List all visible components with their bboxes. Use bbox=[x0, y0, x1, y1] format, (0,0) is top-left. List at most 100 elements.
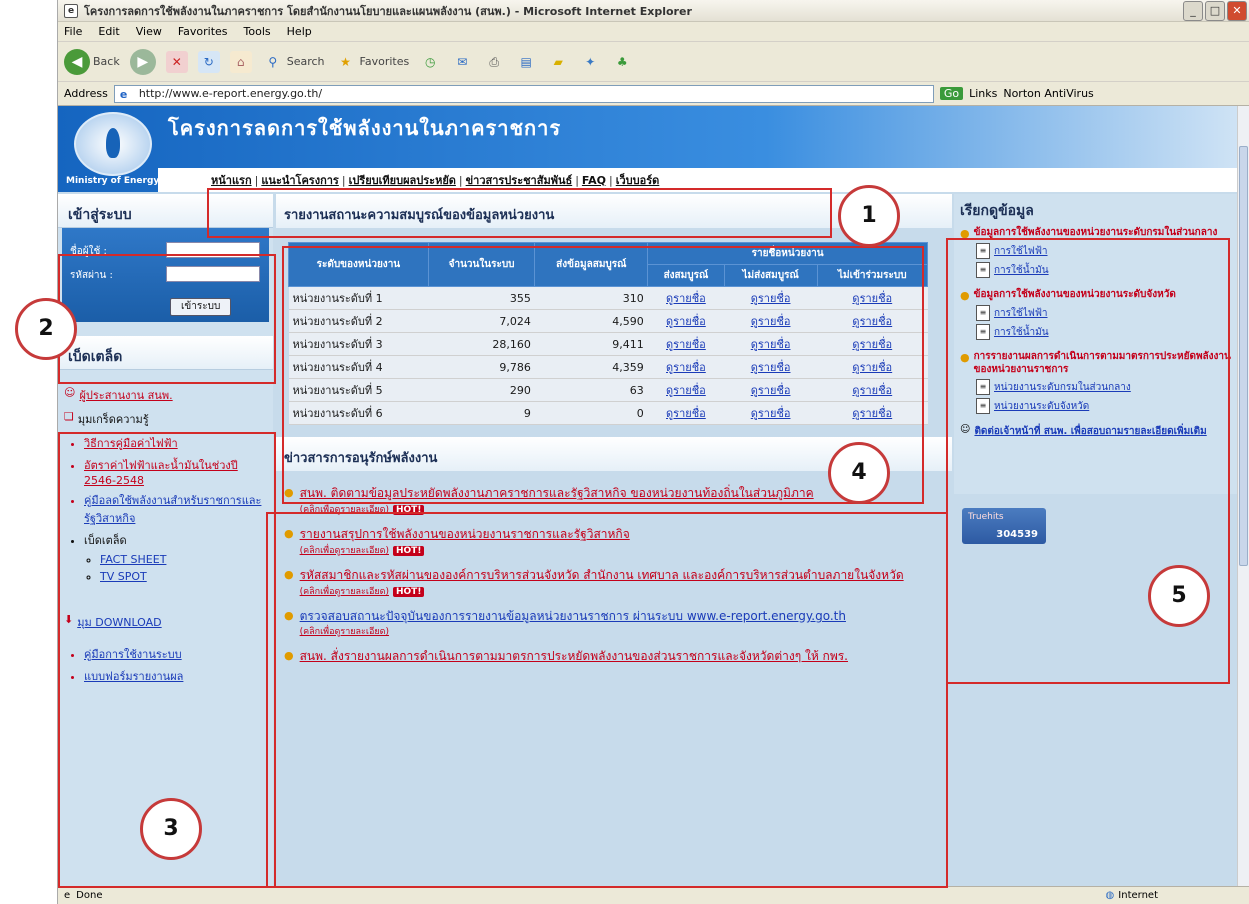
view-notjoined-link[interactable]: ดูรายชื่อ bbox=[852, 361, 892, 374]
stop-icon[interactable]: ✕ bbox=[165, 50, 188, 73]
sent-cell: 310 bbox=[534, 286, 648, 310]
coordinator-link[interactable]: ผู้ประสานงาน สนพ. bbox=[79, 386, 172, 404]
back-button[interactable]: ◀ Back bbox=[64, 48, 120, 75]
view-complete-link[interactable]: ดูรายชื่อ bbox=[666, 407, 706, 420]
news-link-1[interactable]: สนพ. ติดตามข้อมูลประหยัดพลังงานภาคราชการ… bbox=[300, 486, 814, 500]
view-incomplete-link[interactable]: ดูรายชื่อ bbox=[751, 384, 791, 397]
menu-favorites[interactable]: Favorites bbox=[178, 25, 228, 38]
nav-home[interactable]: หน้าแรก bbox=[208, 171, 255, 189]
col-sent: ส่งข้อมูลสมบูรณ์ bbox=[534, 242, 649, 287]
report-province-link[interactable]: หน่วยงานระดับจังหวัด bbox=[994, 399, 1089, 414]
history-icon[interactable]: ◷ bbox=[419, 51, 441, 73]
form-link[interactable]: แบบฟอร์มรายงานผล bbox=[84, 670, 183, 683]
central-power-link[interactable]: การใช้ไฟฟ้า bbox=[994, 244, 1048, 259]
messenger-icon[interactable]: ✦ bbox=[579, 51, 601, 73]
password-label: รหัสผ่าน : bbox=[70, 270, 113, 281]
nav-faq[interactable]: FAQ bbox=[579, 174, 609, 187]
minimize-button[interactable]: _ bbox=[1183, 1, 1203, 21]
username-input[interactable] bbox=[166, 242, 260, 258]
news-link-3[interactable]: รหัสสมาชิกและรหัสผ่านขององค์การบริหารส่ว… bbox=[300, 568, 904, 582]
knowledge-link-1[interactable]: วิธีการคู่มือค่าไฟฟ้า bbox=[84, 437, 178, 450]
menu-tools[interactable]: Tools bbox=[244, 25, 271, 38]
ie-icon: e bbox=[64, 3, 78, 18]
password-input[interactable] bbox=[166, 266, 260, 282]
favorites-button[interactable]: ★ Favorites bbox=[335, 51, 409, 73]
callout-badge-2: 2 bbox=[15, 298, 77, 360]
manual-link[interactable]: คู่มือการใช้งานระบบ bbox=[84, 648, 182, 661]
news-more-link[interactable]: (คลิกเพื่อดูรายละเอียด) bbox=[300, 505, 389, 515]
login-button[interactable]: เข้าระบบ bbox=[170, 298, 232, 316]
visitor-counter[interactable]: Truehits 304539 bbox=[962, 508, 1046, 544]
view-complete-link[interactable]: ดูรายชื่อ bbox=[666, 315, 706, 328]
view-incomplete-link[interactable]: ดูรายชื่อ bbox=[751, 292, 791, 305]
view-notjoined-link[interactable]: ดูรายชื่อ bbox=[852, 384, 892, 397]
view-notjoined-link[interactable]: ดูรายชื่อ bbox=[852, 292, 892, 305]
knowledge-link-2[interactable]: อัตราค่าไฟฟ้าและน้ำมันในช่วงปี 2546-2548 bbox=[84, 459, 238, 487]
view-complete-link[interactable]: ดูรายชื่อ bbox=[666, 361, 706, 374]
menu-view[interactable]: View bbox=[136, 25, 162, 38]
knowledge-link-3[interactable]: คู่มือลดใช้พลังงานสำหรับราชการและรัฐวิสา… bbox=[84, 494, 261, 525]
sent-cell: 4,359 bbox=[534, 355, 648, 379]
discuss-icon[interactable]: ♣ bbox=[611, 51, 633, 73]
page-icon: e bbox=[64, 890, 71, 901]
nav-about[interactable]: แนะนำโครงการ bbox=[258, 171, 342, 189]
hot-badge: HOT! bbox=[393, 546, 425, 556]
news-more-link[interactable]: (คลิกเพื่อดูรายละเอียด) bbox=[300, 587, 389, 597]
menu-file[interactable]: File bbox=[64, 25, 82, 38]
province-fuel-link[interactable]: การใช้น้ำมัน bbox=[994, 325, 1049, 340]
view-incomplete-link[interactable]: ดูรายชื่อ bbox=[751, 407, 791, 420]
view-incomplete-link[interactable]: ดูรายชื่อ bbox=[751, 315, 791, 328]
home-icon[interactable]: ⌂ bbox=[229, 50, 252, 73]
document-icon: ≡ bbox=[976, 379, 990, 395]
news-more-link[interactable]: (คลิกเพื่อดูรายละเอียด) bbox=[300, 624, 846, 640]
maximize-button[interactable]: □ bbox=[1205, 1, 1225, 21]
table-row: หน่วยงานระดับที่ 4 9,786 4,359 ดูรายชื่อ ดูร… bbox=[288, 355, 928, 379]
menu-edit[interactable]: Edit bbox=[98, 25, 119, 38]
view-complete-link[interactable]: ดูรายชื่อ bbox=[666, 292, 706, 305]
go-button[interactable]: Go bbox=[939, 87, 964, 100]
edit-icon[interactable]: ▤ bbox=[515, 51, 537, 73]
view-incomplete-link[interactable]: ดูรายชื่อ bbox=[751, 361, 791, 374]
forward-button[interactable]: ▶ bbox=[129, 48, 156, 75]
nav-news[interactable]: ข่าวสารประชาสัมพันธ์ bbox=[463, 171, 576, 189]
folder-icon[interactable]: ▰ bbox=[547, 51, 569, 73]
print-icon[interactable]: ⎙ bbox=[483, 51, 505, 73]
level-cell: หน่วยงานระดับที่ 4 bbox=[288, 355, 429, 379]
scroll-thumb[interactable] bbox=[1239, 146, 1248, 566]
news-link-5[interactable]: สนพ. สั่งรายงานผลการดำเนินการตามมาตรการป… bbox=[300, 649, 848, 663]
view-notjoined-link[interactable]: ดูรายชื่อ bbox=[852, 338, 892, 351]
news-link-4[interactable]: ตรวจสอบสถานะปัจจุบันของการรายงานข้อมูลหน… bbox=[300, 609, 846, 623]
browser-window: e โครงการลดการใช้พลังงานในภาคราชการ โดยส… bbox=[57, 0, 1249, 904]
fact-sheet-link[interactable]: FACT SHEET bbox=[100, 553, 166, 566]
nav-compare[interactable]: เปรียบเทียบผลประหยัด bbox=[346, 171, 459, 189]
download-link[interactable]: มุม DOWNLOAD bbox=[77, 613, 161, 631]
news-more-link[interactable]: (คลิกเพื่อดูรายละเอียด) bbox=[300, 546, 389, 556]
menu-help[interactable]: Help bbox=[287, 25, 312, 38]
view-incomplete-link[interactable]: ดูรายชื่อ bbox=[751, 338, 791, 351]
nav-webboard[interactable]: เว็บบอร์ด bbox=[613, 171, 663, 189]
news-link-2[interactable]: รายงานสรุปการใช้พลังงานของหน่วยงานราชการ… bbox=[300, 527, 630, 541]
close-button[interactable]: ✕ bbox=[1227, 1, 1247, 21]
view-complete-link[interactable]: ดูรายชื่อ bbox=[666, 338, 706, 351]
level-cell: หน่วยงานระดับที่ 2 bbox=[288, 309, 429, 333]
view-notjoined-link[interactable]: ดูรายชื่อ bbox=[852, 315, 892, 328]
contact-link[interactable]: ติดต่อเจ้าหน้าที่ สนพ. เพื่อสอบถามรายละเ… bbox=[974, 424, 1206, 439]
search-button[interactable]: ⚲ Search bbox=[262, 51, 324, 73]
links-label[interactable]: Links bbox=[969, 87, 997, 100]
norton-label[interactable]: Norton AntiVirus bbox=[1003, 87, 1093, 100]
refresh-icon[interactable]: ↻ bbox=[197, 50, 220, 73]
count-cell: 290 bbox=[428, 378, 535, 402]
view-notjoined-link[interactable]: ดูรายชื่อ bbox=[852, 407, 892, 420]
mail-icon[interactable]: ✉ bbox=[451, 51, 473, 73]
view-complete-link[interactable]: ดูรายชื่อ bbox=[666, 384, 706, 397]
tv-spot-link[interactable]: TV SPOT bbox=[100, 570, 147, 583]
count-cell: 28,160 bbox=[428, 332, 535, 356]
status-bar: e Done ◍ Internet bbox=[58, 886, 1249, 904]
address-input[interactable]: http://www.e-report.energy.go.th/ bbox=[113, 84, 934, 103]
central-fuel-link[interactable]: การใช้น้ำมัน bbox=[994, 263, 1049, 278]
report-central-link[interactable]: หน่วยงานระดับกรมในส่วนกลาง bbox=[994, 380, 1131, 395]
level-cell: หน่วยงานระดับที่ 6 bbox=[288, 401, 429, 425]
query-section: ● ข้อมูลการใช้พลังงานของหน่วยงานระดับกรมใ… bbox=[960, 226, 1232, 278]
province-power-link[interactable]: การใช้ไฟฟ้า bbox=[994, 306, 1048, 321]
vertical-scrollbar[interactable] bbox=[1237, 106, 1249, 886]
